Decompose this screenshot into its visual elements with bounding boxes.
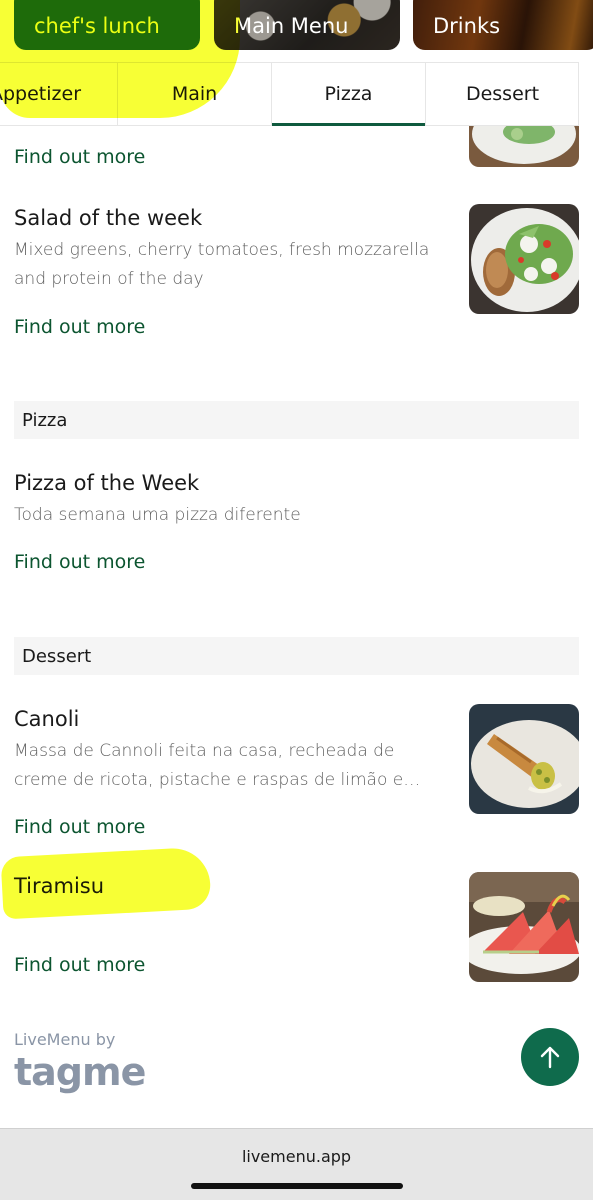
- tab-label: Dessert: [465, 83, 540, 105]
- arrow-up-icon: [540, 1046, 560, 1069]
- find-out-more-link[interactable]: Find out more: [14, 146, 145, 168]
- menu-card-label: Main Menu: [234, 14, 349, 38]
- tab-label: Pizza: [324, 83, 373, 105]
- item-description: Mixed greens, cherry tomatoes, fresh moz…: [14, 240, 430, 289]
- find-out-more-link[interactable]: Find out more: [14, 954, 145, 976]
- list-item[interactable]: Pizza of the Week Toda semana uma pizza …: [14, 471, 579, 530]
- item-description: Toda semana uma pizza diferente: [14, 505, 301, 525]
- tab-pizza[interactable]: Pizza: [271, 63, 425, 126]
- tab-main[interactable]: Main: [117, 63, 271, 125]
- find-out-more-link[interactable]: Find out more: [14, 551, 145, 573]
- powered-by-label: LiveMenu by: [14, 1030, 116, 1049]
- menu-card-chefs-lunch[interactable]: chef's lunch: [14, 0, 200, 50]
- item-title: Pizza of the Week: [14, 471, 200, 495]
- menu-card-drinks[interactable]: Drinks: [413, 0, 593, 50]
- browser-address-bar[interactable]: livemenu.app: [0, 1128, 593, 1200]
- tab-dessert[interactable]: Dessert: [425, 63, 579, 125]
- tiramisu-photo: [469, 872, 579, 982]
- item-description: Massa de Cannoli feita na casa, recheada…: [14, 741, 421, 790]
- find-out-more-link[interactable]: Find out more: [14, 816, 145, 838]
- tab-label: Main: [171, 83, 218, 105]
- item-photo-partial: [469, 126, 579, 167]
- scroll-to-top-button[interactable]: [521, 1028, 579, 1086]
- menu-selector: chef's lunch Main Menu Drinks: [0, 0, 593, 60]
- section-header-dessert: Dessert: [14, 637, 579, 675]
- home-indicator[interactable]: [191, 1183, 403, 1189]
- canoli-photo: [469, 704, 579, 814]
- menu-card-label: Drinks: [433, 14, 501, 38]
- tab-appetizer[interactable]: Appetizer: [0, 63, 117, 125]
- category-tabs: Appetizer Main Pizza Dessert: [0, 62, 579, 126]
- url-text: livemenu.app: [241, 1147, 352, 1166]
- menu-card-label: chef's lunch: [34, 14, 160, 38]
- menu-card-main-menu[interactable]: Main Menu: [214, 0, 400, 50]
- salad-photo: [469, 204, 579, 314]
- tagme-logo[interactable]: tagme: [14, 1050, 146, 1094]
- section-header-pizza: Pizza: [14, 401, 579, 439]
- tab-label: Appetizer: [0, 83, 82, 105]
- find-out-more-link[interactable]: Find out more: [14, 316, 145, 338]
